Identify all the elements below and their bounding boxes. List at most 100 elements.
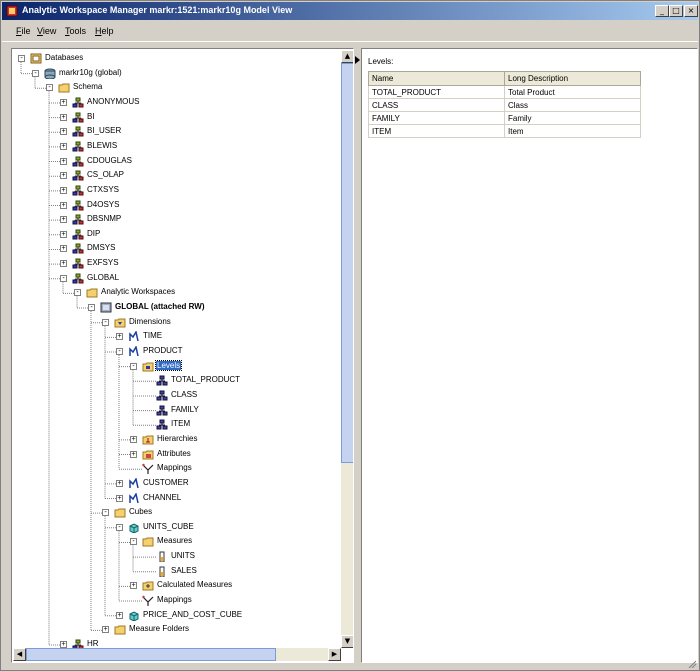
tree-node-label: Dimensions [129, 316, 171, 326]
maximize-button[interactable]: □ [669, 5, 683, 17]
tree-node-label: DBSNMP [87, 214, 122, 224]
collapse-arrow-icon[interactable] [355, 56, 360, 64]
pane-splitter[interactable] [354, 48, 361, 663]
expand-icon[interactable]: + [60, 201, 67, 209]
measure-icon [159, 566, 165, 577]
tree-node-label: PRICE_AND_COST_CUBE [143, 609, 243, 619]
cell-name[interactable]: TOTAL_PRODUCT [368, 85, 505, 99]
schema-icon [72, 185, 84, 196]
expand-icon[interactable]: + [60, 186, 67, 194]
level-icon [156, 375, 168, 386]
schema-icon [72, 229, 84, 240]
collapse-icon[interactable]: - [32, 69, 39, 77]
tree-node-label: Measures [157, 536, 193, 546]
table-row[interactable]: ITEM Item [368, 124, 641, 138]
expand-icon[interactable]: + [60, 157, 67, 165]
tree-node-label: markr10g (global) [59, 67, 122, 77]
table-row[interactable]: FAMILY Family [368, 111, 641, 125]
expand-icon[interactable]: + [116, 333, 123, 341]
tree-vertical-scrollbar[interactable]: ▲ ▼ [341, 50, 353, 648]
tree-horizontal-scrollbar[interactable]: ◀ ▶ [13, 648, 341, 661]
expand-icon[interactable]: + [130, 435, 137, 443]
scroll-left-button[interactable]: ◀ [13, 648, 26, 661]
collapse-icon[interactable]: - [60, 274, 67, 282]
cell-long-description[interactable]: Family [504, 111, 641, 125]
expand-icon[interactable]: + [60, 641, 67, 648]
menu-help[interactable]: Help [95, 26, 114, 36]
tree-node-label: Analytic Workspaces [101, 287, 176, 297]
expand-icon[interactable]: + [60, 98, 67, 106]
folder-icon [114, 508, 126, 518]
expand-icon[interactable]: + [116, 479, 123, 487]
hierarchies-icon [142, 435, 154, 445]
expand-icon[interactable]: + [60, 113, 67, 121]
collapse-icon[interactable]: - [46, 84, 53, 92]
schema-icon [72, 97, 84, 108]
expand-icon[interactable]: + [60, 260, 67, 268]
schema-icon [72, 156, 84, 167]
tree-node-label: CTXSYS [87, 184, 120, 194]
vertical-scroll-thumb[interactable] [341, 63, 353, 463]
cell-long-description[interactable]: Item [504, 124, 641, 138]
menu-view[interactable]: View [37, 26, 56, 36]
collapse-icon[interactable]: - [130, 538, 137, 546]
folder-icon [58, 83, 70, 93]
schema-icon [72, 258, 84, 269]
tree-node-label: TOTAL_PRODUCT [171, 375, 241, 385]
expand-icon[interactable]: + [60, 245, 67, 253]
table-row[interactable]: CLASS Class [368, 98, 641, 112]
close-button[interactable]: × [684, 5, 698, 17]
collapse-icon[interactable]: - [102, 509, 109, 517]
cell-name[interactable]: ITEM [368, 124, 505, 138]
collapse-icon[interactable]: - [18, 55, 25, 62]
expand-icon[interactable]: + [102, 626, 109, 634]
tree-node-label: Mappings [157, 463, 192, 473]
menu-tools[interactable]: Tools [65, 26, 86, 36]
column-header-long-description[interactable]: Long Description [504, 71, 641, 86]
tree-node-label: EXFSYS [87, 258, 119, 268]
cell-name[interactable]: FAMILY [368, 111, 505, 125]
minimize-button[interactable]: _ [655, 5, 669, 17]
tree-node-label: BI [87, 111, 95, 121]
horizontal-scroll-thumb[interactable] [26, 648, 276, 661]
expand-icon[interactable]: + [116, 611, 123, 619]
menu-file[interactable]: File [16, 26, 31, 36]
schema-icon [72, 170, 84, 181]
tree-node-label: DMSYS [87, 243, 116, 253]
dimension-icon [129, 331, 139, 342]
collapse-icon[interactable]: - [116, 523, 123, 531]
expand-icon[interactable]: + [60, 142, 67, 150]
folder-icon [114, 625, 126, 635]
tree-node-label: Attributes [157, 448, 191, 458]
expand-icon[interactable]: + [60, 172, 67, 180]
expand-icon[interactable]: + [60, 216, 67, 224]
column-header-name[interactable]: Name [368, 71, 505, 86]
collapse-icon[interactable]: - [74, 289, 81, 297]
scroll-down-button[interactable]: ▼ [341, 635, 353, 648]
scroll-right-button[interactable]: ▶ [328, 648, 341, 661]
tree-node-label: Schema [73, 82, 103, 92]
cell-long-description[interactable]: Class [504, 98, 641, 112]
collapse-icon[interactable]: - [88, 304, 95, 312]
tree-node-label: HR [87, 639, 99, 648]
collapse-icon[interactable]: - [130, 362, 137, 370]
collapse-icon[interactable]: - [102, 318, 109, 326]
title-bar[interactable]: Analytic Workspace Manager markr:1521:ma… [2, 2, 698, 20]
expand-icon[interactable]: + [130, 582, 137, 590]
database-icon [44, 68, 56, 79]
schema-icon [72, 243, 84, 254]
expand-icon[interactable]: + [60, 128, 67, 136]
expand-icon[interactable]: + [116, 494, 123, 502]
calc-measures-icon [142, 581, 154, 591]
cell-name[interactable]: CLASS [368, 98, 505, 112]
tree-node-label: BLEWIS [87, 140, 118, 150]
resize-grip-icon[interactable] [687, 660, 697, 668]
tree-node-label: BI_USER [87, 126, 122, 136]
scroll-up-button[interactable]: ▲ [341, 50, 353, 63]
cell-long-description[interactable]: Total Product [504, 85, 641, 99]
tree-node-label: CDOUGLAS [87, 155, 132, 165]
table-row[interactable]: TOTAL_PRODUCT Total Product [368, 85, 641, 99]
expand-icon[interactable]: + [60, 230, 67, 238]
collapse-icon[interactable]: - [116, 348, 123, 355]
expand-icon[interactable]: + [130, 450, 137, 458]
